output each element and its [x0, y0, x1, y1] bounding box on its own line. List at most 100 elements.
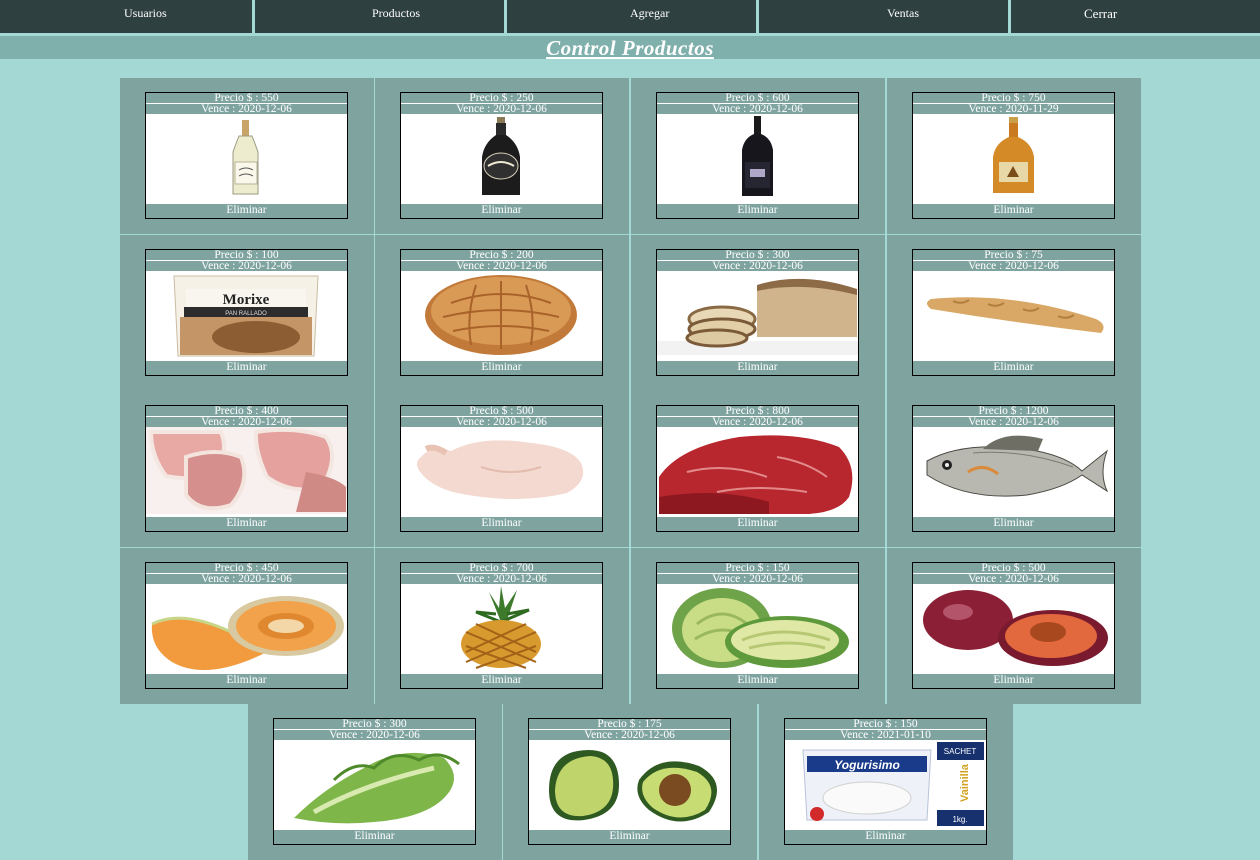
product-cell: Precio $ : 500 Vence : 2020-12-06 Eliminar: [887, 548, 1141, 704]
raw-chicken-icon: [401, 427, 602, 514]
delete-button[interactable]: Eliminar: [913, 515, 1114, 531]
product-expiry: Vence : 2020-12-06: [401, 261, 602, 271]
product-expiry: Vence : 2020-12-06: [657, 417, 858, 427]
top-nav: Usuarios Productos Agregar Ventas Cerrar: [0, 0, 1260, 34]
product-price: Precio $ : 250: [401, 93, 602, 104]
delete-button[interactable]: Eliminar: [401, 202, 602, 218]
product-cell: Precio $ : 600 Vence : 2020-12-06 Eliminar: [631, 78, 885, 234]
cabbage-icon: [657, 584, 858, 671]
product-price: Precio $ : 150: [657, 563, 858, 574]
svg-text:1kg.: 1kg.: [952, 815, 967, 824]
delete-button[interactable]: Eliminar: [913, 359, 1114, 375]
product-cell: Precio $ : 175 Vence : 2020-12-06 Eliminar: [503, 704, 757, 860]
nav-productos[interactable]: Productos: [255, 0, 504, 33]
product-card: Precio $ : 175 Vence : 2020-12-06 Eliminar: [528, 718, 731, 845]
product-expiry: Vence : 2020-12-06: [913, 417, 1114, 427]
product-expiry: Vence : 2020-12-06: [913, 574, 1114, 584]
product-cell: Precio $ : 150 Vence : 2021-01-10 SACHET 1k…: [759, 704, 1013, 860]
baguette-icon: [913, 271, 1114, 358]
dark-beer-bottle-icon: [401, 114, 602, 201]
product-price: Precio $ : 1200: [913, 406, 1114, 417]
product-expiry: Vence : 2020-12-06: [274, 730, 475, 740]
fish-icon: [913, 427, 1114, 514]
page-title: Control Productos: [546, 36, 714, 60]
delete-button[interactable]: Eliminar: [146, 672, 347, 688]
svg-text:Yogurisimo: Yogurisimo: [834, 758, 900, 772]
product-expiry: Vence : 2020-12-06: [146, 104, 347, 114]
product-price: Precio $ : 400: [146, 406, 347, 417]
product-expiry: Vence : 2020-12-06: [146, 574, 347, 584]
delete-button[interactable]: Eliminar: [146, 359, 347, 375]
product-card: Precio $ : 250 Vence : 2020-12-06 Eliminar: [400, 92, 603, 219]
delete-button[interactable]: Eliminar: [913, 672, 1114, 688]
delete-button[interactable]: Eliminar: [657, 202, 858, 218]
product-card: Precio $ : 800 Vence : 2020-12-06 Eliminar: [656, 405, 859, 532]
product-cell: Precio $ : 700 Vence : 2020-12-06 Eliminar: [375, 548, 629, 704]
svg-text:SACHET: SACHET: [944, 747, 977, 756]
product-expiry: Vence : 2020-12-06: [913, 261, 1114, 271]
nav-usuarios[interactable]: Usuarios: [0, 0, 252, 33]
product-card: Precio $ : 550 Vence : 2020-12-06 Eliminar: [145, 92, 348, 219]
sliced-bread-icon: [657, 271, 858, 358]
delete-button[interactable]: Eliminar: [274, 828, 475, 844]
nav-agregar[interactable]: Agregar: [507, 0, 756, 33]
delete-button[interactable]: Eliminar: [146, 515, 347, 531]
product-card: Precio $ : 600 Vence : 2020-12-06 Eliminar: [656, 92, 859, 219]
product-price: Precio $ : 450: [146, 563, 347, 574]
delete-button[interactable]: Eliminar: [657, 359, 858, 375]
product-price: Precio $ : 550: [146, 93, 347, 104]
product-card: Precio $ : 100 Vence : 2020-12-06 Morixe PA…: [145, 249, 348, 376]
product-price: Precio $ : 175: [529, 719, 730, 730]
delete-button[interactable]: Eliminar: [401, 359, 602, 375]
product-expiry: Vence : 2020-12-06: [657, 261, 858, 271]
product-card: Precio $ : 450 Vence : 2020-12-06 Eliminar: [145, 562, 348, 689]
product-price: Precio $ : 75: [913, 250, 1114, 261]
delete-button[interactable]: Eliminar: [785, 828, 986, 844]
yogurt-sachet-icon: SACHET 1kg. Vainilla Yogurisimo: [785, 740, 986, 827]
product-expiry: Vence : 2020-12-06: [657, 574, 858, 584]
product-card: Precio $ : 75 Vence : 2020-12-06 Eliminar: [912, 249, 1115, 376]
round-bread-icon: [401, 271, 602, 358]
product-cell: Precio $ : 750 Vence : 2020-11-29 Eliminar: [887, 78, 1141, 234]
svg-text:Vainilla: Vainilla: [959, 763, 971, 802]
amber-beer-bottle-icon: [913, 114, 1114, 201]
delete-button[interactable]: Eliminar: [146, 202, 347, 218]
product-cell: Precio $ : 200 Vence : 2020-12-06 Eliminar: [375, 235, 629, 391]
product-price: Precio $ : 200: [401, 250, 602, 261]
product-expiry: Vence : 2020-11-29: [913, 104, 1114, 114]
product-card: Precio $ : 150 Vence : 2020-12-06 Eliminar: [656, 562, 859, 689]
red-wine-bottle-icon: [657, 114, 858, 201]
white-wine-bottle-icon: [146, 114, 347, 201]
product-price: Precio $ : 300: [657, 250, 858, 261]
delete-button[interactable]: Eliminar: [401, 515, 602, 531]
product-cell: Precio $ : 300 Vence : 2020-12-06 Eliminar: [248, 704, 502, 860]
nav-cerrar[interactable]: Cerrar: [1011, 0, 1260, 33]
plum-icon: [913, 584, 1114, 671]
delete-button[interactable]: Eliminar: [657, 672, 858, 688]
product-cell: Precio $ : 400 Vence : 2020-12-06 Eliminar: [120, 391, 374, 547]
product-card: Precio $ : 300 Vence : 2020-12-06 Eliminar: [656, 249, 859, 376]
delete-button[interactable]: Eliminar: [401, 672, 602, 688]
product-card: Precio $ : 400 Vence : 2020-12-06 Eliminar: [145, 405, 348, 532]
product-card: Precio $ : 150 Vence : 2021-01-10 SACHET 1k…: [784, 718, 987, 845]
delete-button[interactable]: Eliminar: [657, 515, 858, 531]
product-cell: Precio $ : 250 Vence : 2020-12-06 Eliminar: [375, 78, 629, 234]
nav-ventas[interactable]: Ventas: [759, 0, 1008, 33]
product-price: Precio $ : 100: [146, 250, 347, 261]
product-cell: Precio $ : 300 Vence : 2020-12-06 Eliminar: [631, 235, 885, 391]
product-expiry: Vence : 2020-12-06: [146, 261, 347, 271]
product-price: Precio $ : 500: [913, 563, 1114, 574]
product-price: Precio $ : 700: [401, 563, 602, 574]
cantaloupe-icon: [146, 584, 347, 671]
product-price: Precio $ : 500: [401, 406, 602, 417]
product-cell: Precio $ : 500 Vence : 2020-12-06 Eliminar: [375, 391, 629, 547]
product-cell: Precio $ : 550 Vence : 2020-12-06 Eliminar: [120, 78, 374, 234]
avocado-icon: [529, 740, 730, 827]
product-expiry: Vence : 2020-12-06: [401, 417, 602, 427]
delete-button[interactable]: Eliminar: [913, 202, 1114, 218]
delete-button[interactable]: Eliminar: [529, 828, 730, 844]
pineapple-icon: [401, 584, 602, 671]
product-expiry: Vence : 2020-12-06: [401, 104, 602, 114]
product-cell: Precio $ : 75 Vence : 2020-12-06 Eliminar: [887, 235, 1141, 391]
svg-text:PAN RALLADO: PAN RALLADO: [225, 311, 267, 317]
